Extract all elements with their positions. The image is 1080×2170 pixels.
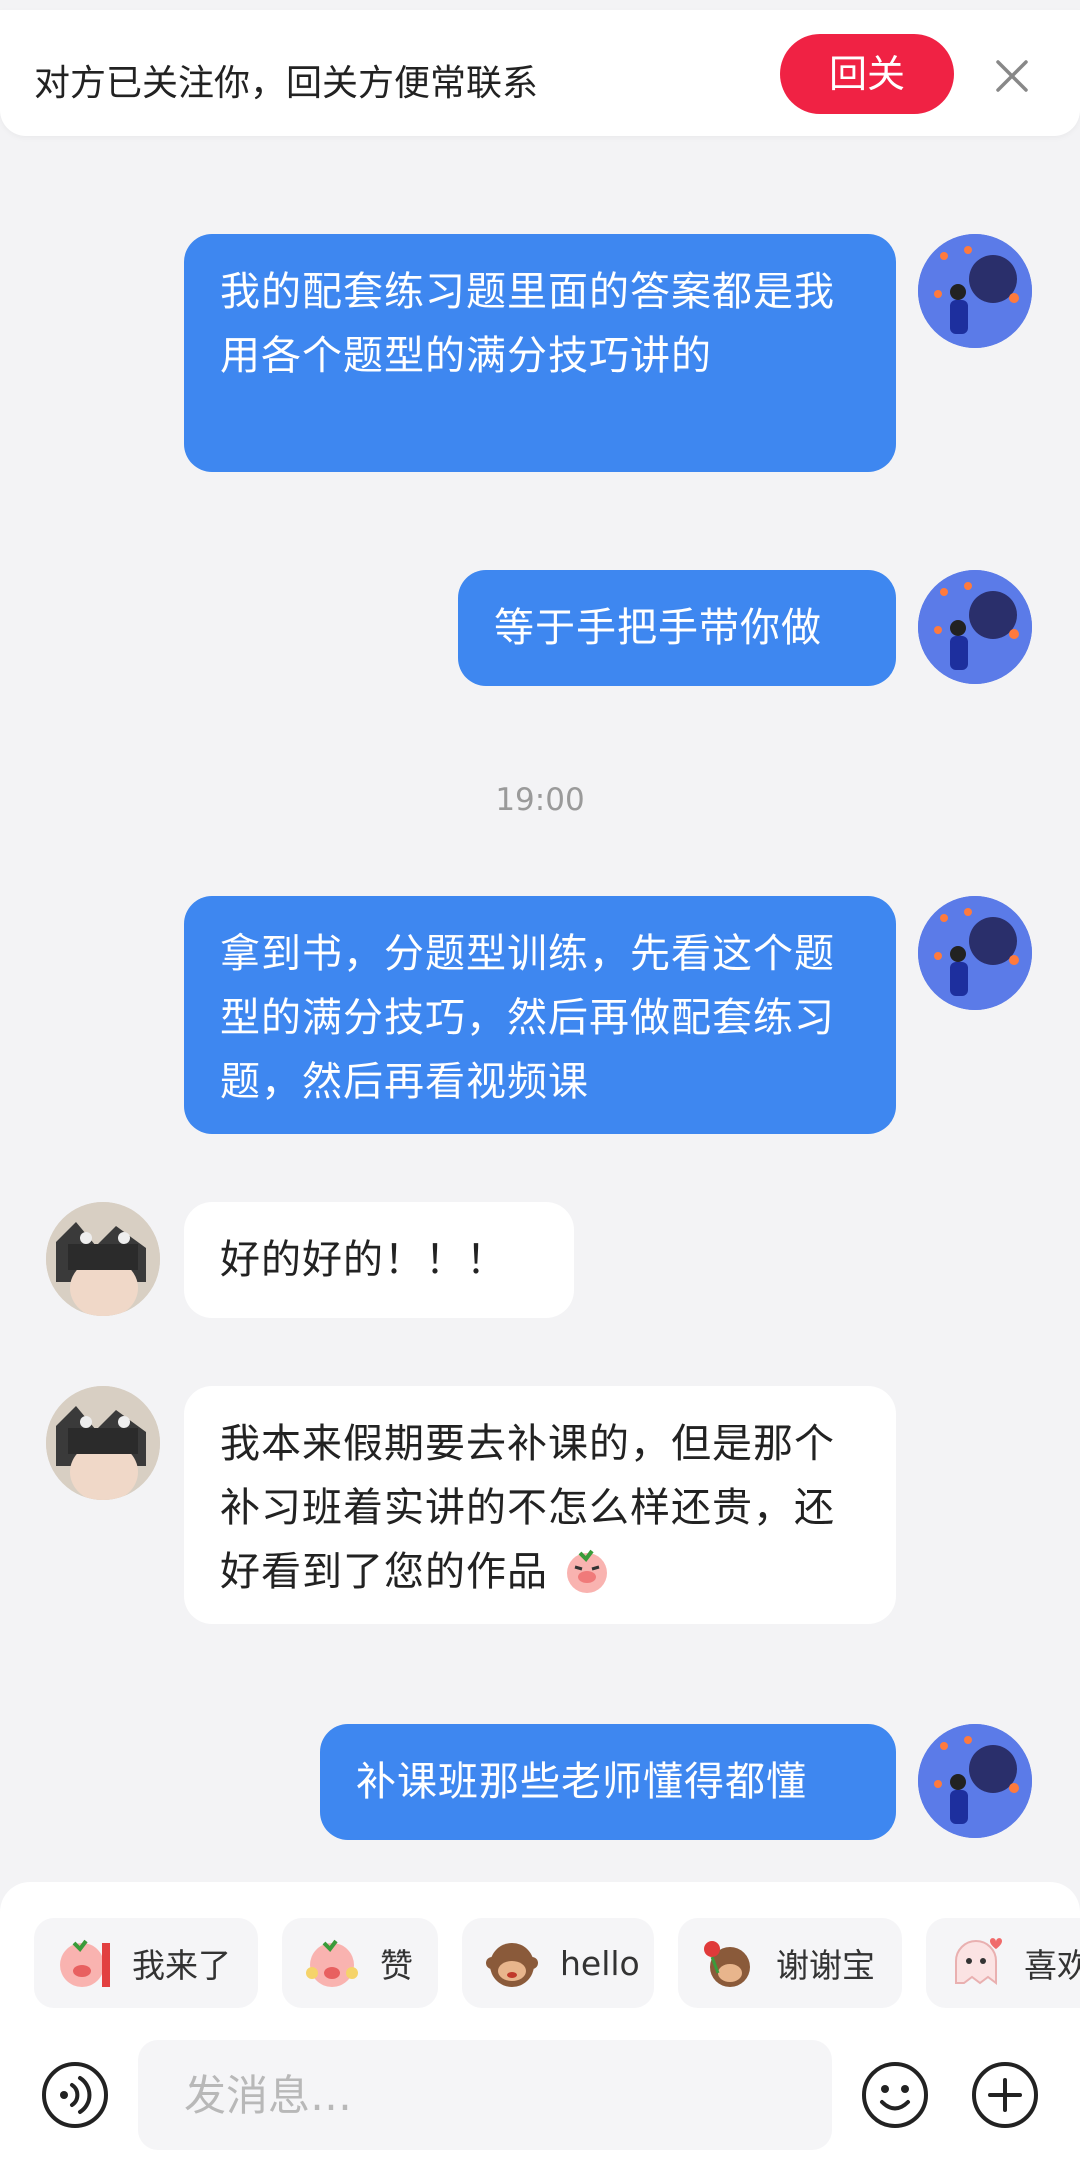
close-icon[interactable] bbox=[990, 54, 1034, 98]
my-avatar[interactable] bbox=[918, 570, 1032, 684]
message-text: 我本来假期要去补课的，但是那个补习班着实讲的不怎么样还贵，还好看到了您的作品 bbox=[220, 1421, 835, 1595]
monkey-hello-emoji-icon bbox=[486, 1943, 538, 1987]
monkey-rose-emoji-icon bbox=[704, 1941, 750, 1987]
pig-clap-emoji-icon bbox=[306, 1939, 358, 1987]
message-bubble-sent[interactable]: 我的配套练习题里面的答案都是我用各个题型的满分技巧讲的 bbox=[184, 234, 896, 472]
message-bubble-sent[interactable]: 等于手把手带你做 bbox=[458, 570, 896, 686]
pig-emoji-icon bbox=[566, 1549, 607, 1593]
quick-reply-chip[interactable]: 谢谢宝 bbox=[678, 1918, 902, 2008]
voice-input-icon[interactable] bbox=[40, 2060, 110, 2130]
quick-reply-label: 谢谢宝 bbox=[776, 1946, 875, 1985]
pig-arrive-emoji-icon bbox=[60, 1939, 110, 1987]
follow-back-button[interactable]: 回关 bbox=[780, 34, 954, 114]
quick-reply-label: hello bbox=[560, 1943, 640, 1983]
message-input-field[interactable] bbox=[138, 2040, 832, 2150]
message-text: 我的配套练习题里面的答案都是我用各个题型的满分技巧讲的 bbox=[220, 269, 835, 379]
message-text: 等于手把手带你做 bbox=[494, 605, 822, 651]
contact-avatar[interactable] bbox=[46, 1202, 160, 1316]
plus-icon[interactable] bbox=[970, 2060, 1040, 2130]
quick-reply-chip[interactable]: 赞 bbox=[282, 1918, 438, 2008]
quick-reply-label: 喜欢 bbox=[1024, 1946, 1080, 1985]
emoji-icon[interactable] bbox=[860, 2060, 930, 2130]
my-avatar[interactable] bbox=[918, 1724, 1032, 1838]
message-timestamp: 19:00 bbox=[495, 782, 585, 818]
message-bubble-sent[interactable]: 补课班那些老师懂得都懂 bbox=[320, 1724, 896, 1840]
message-text: 拿到书，分题型训练，先看这个题型的满分技巧，然后再做配套练习题，然后再看视频课 bbox=[220, 931, 835, 1105]
message-bubble-received[interactable]: 好的好的！！！ bbox=[184, 1202, 574, 1318]
quick-reply-chip[interactable]: 喜欢 bbox=[926, 1918, 1080, 2008]
quick-reply-label: 我来了 bbox=[132, 1946, 231, 1985]
quick-reply-chip[interactable]: 我来了 bbox=[34, 1918, 258, 2008]
quick-reply-label: 赞 bbox=[380, 1946, 413, 1985]
contact-avatar[interactable] bbox=[46, 1386, 160, 1500]
message-bubble-sent[interactable]: 拿到书，分题型训练，先看这个题型的满分技巧，然后再做配套练习题，然后再看视频课 bbox=[184, 896, 896, 1134]
my-avatar[interactable] bbox=[918, 234, 1032, 348]
ghost-love-emoji-icon bbox=[955, 1938, 1002, 1985]
message-text: 补课班那些老师懂得都懂 bbox=[356, 1759, 807, 1805]
follow-back-banner: 对方已关注你，回关方便常联系 回关 bbox=[0, 10, 1080, 136]
message-input[interactable] bbox=[138, 2040, 832, 2150]
quick-reply-chip[interactable]: hello bbox=[462, 1918, 654, 2008]
my-avatar[interactable] bbox=[918, 896, 1032, 1010]
banner-text: 对方已关注你，回关方便常联系 bbox=[34, 63, 539, 104]
message-text: 好的好的！！！ bbox=[220, 1237, 507, 1283]
message-bubble-received[interactable]: 我本来假期要去补课的，但是那个补习班着实讲的不怎么样还贵，还好看到了您的作品 bbox=[184, 1386, 896, 1624]
